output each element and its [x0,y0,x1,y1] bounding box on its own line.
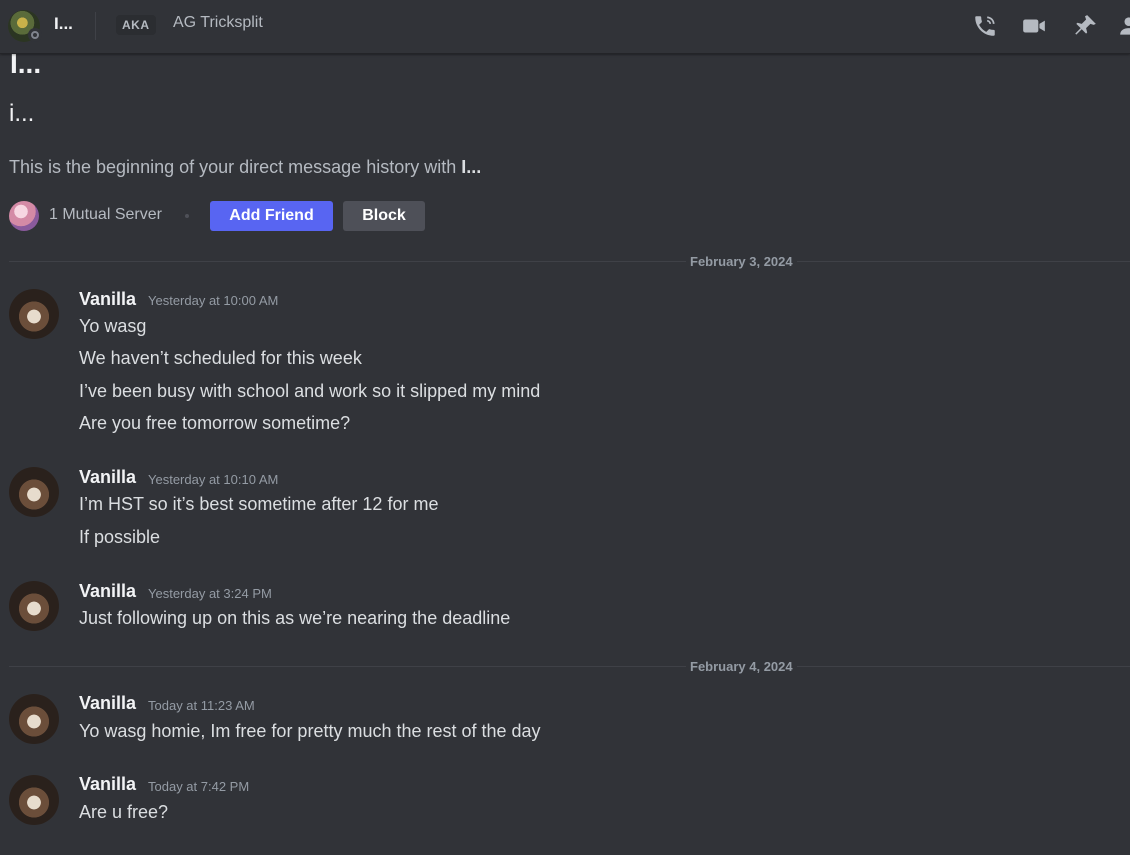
message-text: Are you free tomorrow sometime? [79,413,351,433]
intro-text-name: I... [461,157,482,177]
date-label: February 4, 2024 [686,659,797,674]
intro-text: This is the beginning of your direct mes… [9,157,481,178]
message-author[interactable]: Vanilla [79,693,136,714]
message-timestamp: Yesterday at 10:00 AM [148,293,279,308]
video-call-icon[interactable] [1019,11,1049,41]
message-author[interactable]: Vanilla [79,774,136,795]
date-label: February 3, 2024 [686,254,797,269]
intro-text-prefix: This is the beginning of your direct mes… [9,157,462,177]
message-text: Are u free? [79,802,169,822]
message-timestamp: Today at 7:42 PM [148,779,250,794]
intro-username: i... [9,100,35,127]
avatar[interactable] [9,289,59,339]
header-username[interactable]: I... [54,14,73,34]
message-timestamp: Yesterday at 3:24 PM [148,586,272,601]
offline-status-icon [28,28,42,42]
pin-icon[interactable] [1070,11,1100,41]
add-friend-button[interactable]: Add Friend [210,201,333,231]
message-text: I’ve been busy with school and work so i… [79,381,541,401]
message-text: Yo wasg homie, Im free for pretty much t… [79,721,541,741]
message-timestamp: Today at 11:23 AM [148,698,255,713]
message-text: If possible [79,527,161,547]
message-author[interactable]: Vanilla [79,581,136,602]
avatar[interactable] [9,467,59,517]
message-text: Yo wasg [79,316,147,336]
date-divider [9,666,1130,667]
avatar[interactable] [9,775,59,825]
aka-name: AG Tricksplit [173,14,263,31]
dot-separator [185,214,189,218]
mutual-servers-link[interactable]: 1 Mutual Server [49,206,162,224]
aka-badge: AKA [116,15,156,35]
header-divider [95,12,96,40]
message-text: We haven’t scheduled for this week [79,348,362,368]
message-text: I’m HST so it’s best sometime after 12 f… [79,494,439,514]
voice-call-icon[interactable] [970,11,1000,41]
date-divider [9,261,1130,262]
avatar[interactable] [9,694,59,744]
mutual-server-icon[interactable] [9,201,39,231]
block-button[interactable]: Block [343,201,425,231]
message-timestamp: Yesterday at 10:10 AM [148,472,279,487]
message-text: Just following up on this as we’re neari… [79,608,511,628]
avatar[interactable] [9,581,59,631]
dm-header: I... AKA AG Tricksplit [0,0,1130,54]
message-author[interactable]: Vanilla [79,467,136,488]
add-friends-to-dm-icon[interactable] [1116,11,1130,41]
message-author[interactable]: Vanilla [79,289,136,310]
